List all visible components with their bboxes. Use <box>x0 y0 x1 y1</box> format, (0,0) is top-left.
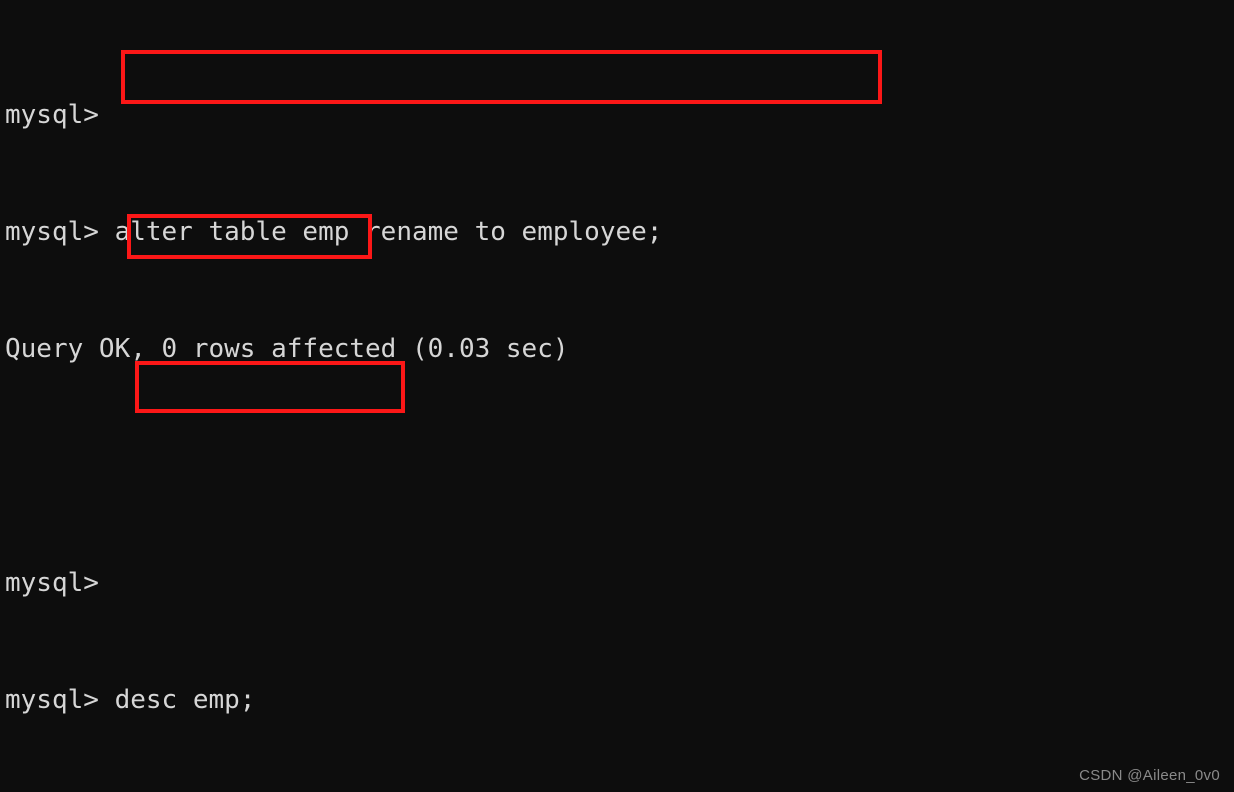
terminal-output: mysql> mysql> alter table emp rename to … <box>5 18 819 792</box>
terminal-window[interactable]: mysql> mysql> alter table emp rename to … <box>0 0 1234 792</box>
terminal-line-command-alter: mysql> alter table emp rename to employe… <box>5 217 663 247</box>
terminal-line-command-desc: mysql> desc emp; <box>5 685 256 715</box>
terminal-line-query-ok: Query OK, 0 rows affected (0.03 sec) <box>5 334 569 364</box>
terminal-line: mysql> <box>5 568 99 598</box>
terminal-line: mysql> <box>5 100 99 130</box>
watermark: CSDN @Aileen_0v0 <box>1079 767 1220 784</box>
